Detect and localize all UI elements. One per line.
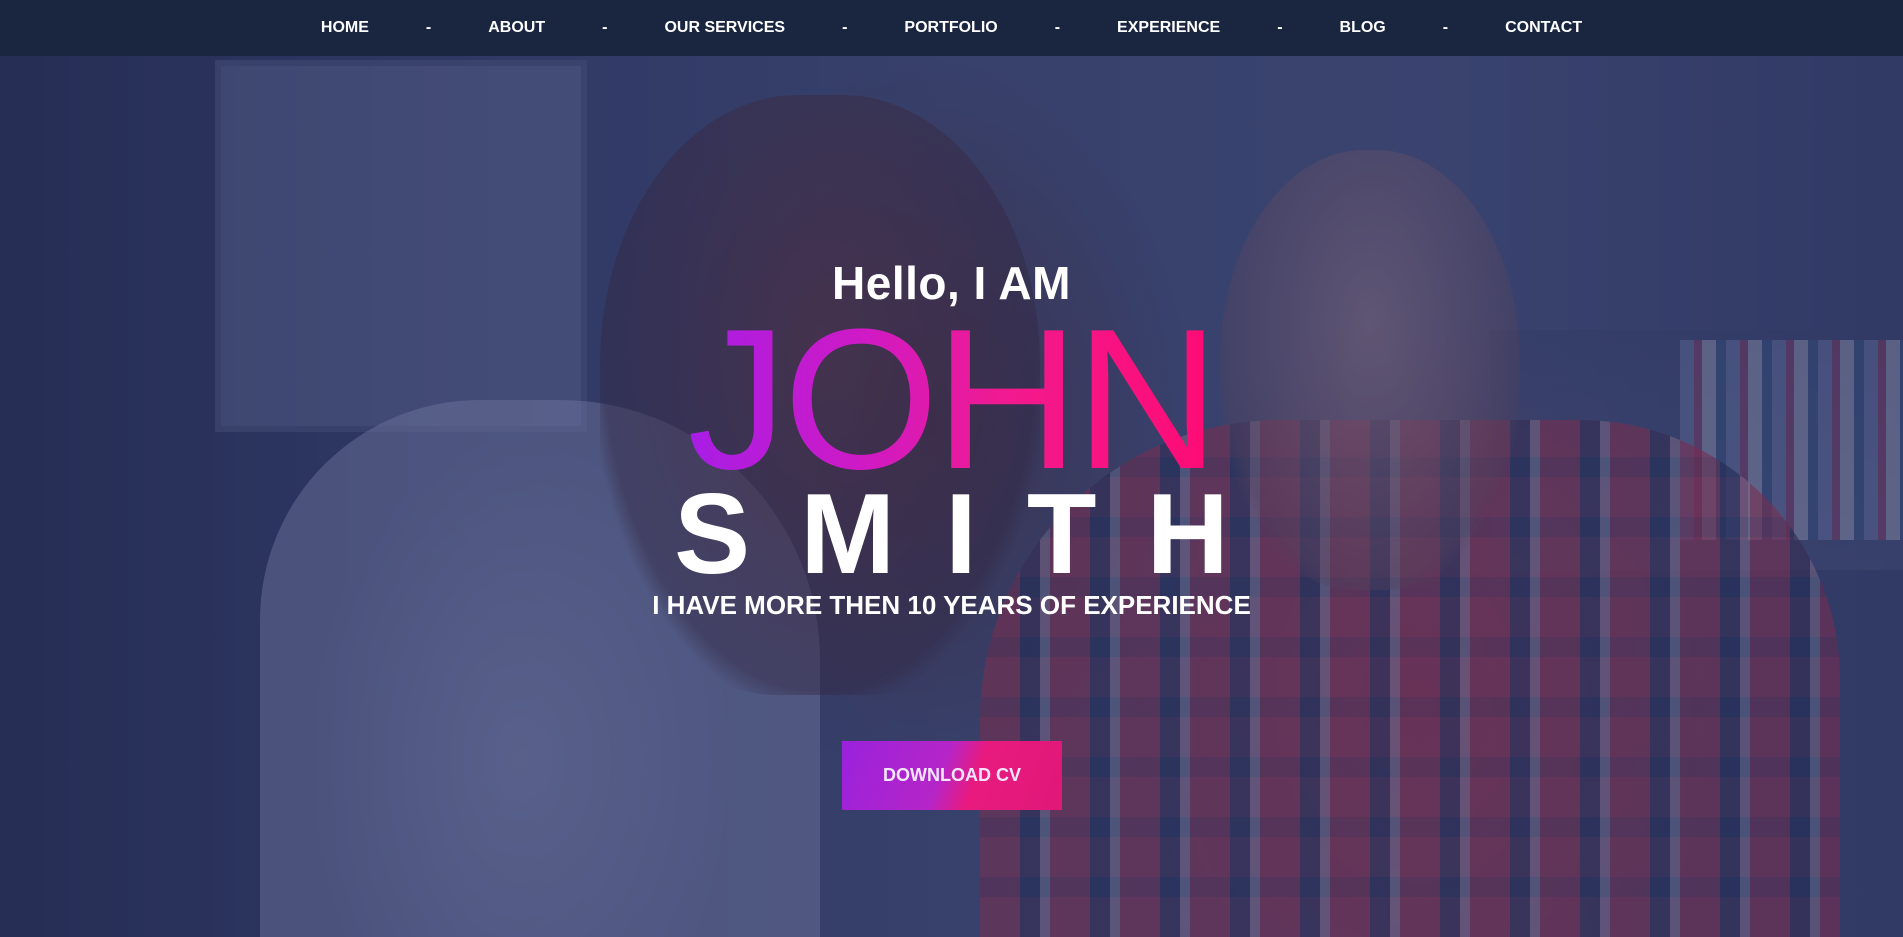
nav-link-experience[interactable]: EXPERIENCE [1117, 19, 1220, 37]
nav-link-portfolio[interactable]: PORTFOLIO [904, 19, 997, 37]
nav-separator: - [1442, 19, 1449, 36]
page: HOME - ABOUT - OUR SERVICES - PORTFOLIO … [0, 0, 1903, 937]
nav-separator: - [1277, 19, 1283, 36]
nav-link-about[interactable]: ABOUT [488, 19, 545, 37]
download-cv-button[interactable]: DOWNLOAD CV [842, 741, 1062, 810]
nav-separator: - [842, 19, 848, 36]
nav-item-blog: BLOG - [1340, 19, 1506, 37]
nav-item-services: OUR SERVICES - [664, 19, 904, 37]
top-navbar: HOME - ABOUT - OUR SERVICES - PORTFOLIO … [0, 0, 1903, 56]
nav-menu: HOME - ABOUT - OUR SERVICES - PORTFOLIO … [0, 0, 1903, 56]
nav-item-about: ABOUT - [488, 19, 664, 37]
nav-item-contact: CONTACT [1505, 19, 1582, 37]
hero-first-name: JOHN [672, 300, 1232, 500]
hero-tagline: I HAVE MORE THEN 10 YEARS OF EXPERIENCE [652, 590, 1251, 620]
nav-separator: - [602, 19, 608, 36]
nav-link-blog[interactable]: BLOG [1340, 19, 1386, 37]
nav-link-contact[interactable]: CONTACT [1505, 19, 1582, 37]
nav-separator: - [1054, 19, 1061, 36]
nav-item-experience: EXPERIENCE - [1117, 19, 1339, 37]
nav-item-portfolio: PORTFOLIO - [904, 19, 1117, 37]
nav-link-services[interactable]: OUR SERVICES [664, 19, 785, 37]
nav-item-home: HOME - [321, 19, 488, 37]
nav-separator: - [425, 19, 432, 36]
hero-last-name: SMITH [674, 471, 1279, 598]
nav-link-home[interactable]: HOME [321, 19, 369, 37]
